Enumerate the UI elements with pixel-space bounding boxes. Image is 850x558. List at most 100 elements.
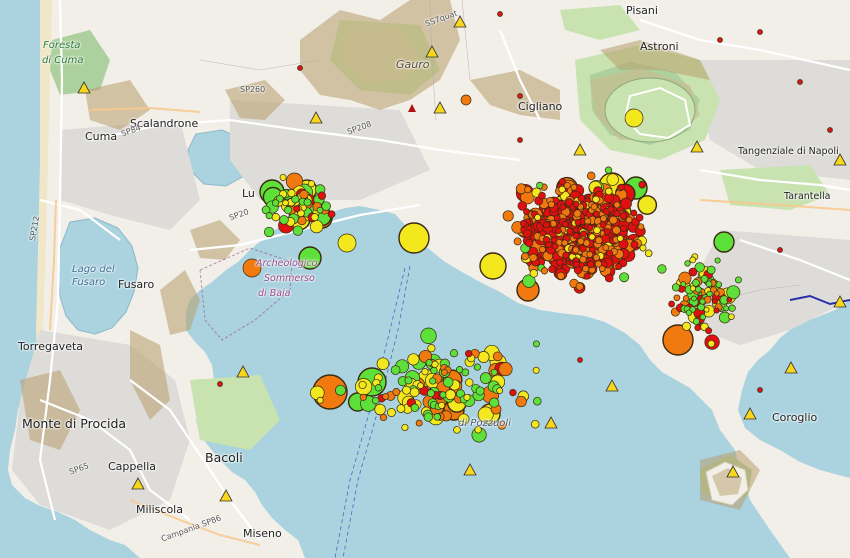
earthquake-marker[interactable] (534, 214, 541, 221)
earthquake-marker[interactable] (543, 221, 550, 229)
earthquake-marker[interactable] (536, 181, 544, 189)
earthquake-marker[interactable] (590, 203, 598, 211)
earthquake-marker[interactable] (582, 239, 591, 247)
earthquake-marker[interactable] (699, 313, 707, 321)
earthquake-marker[interactable] (572, 200, 580, 208)
earthquake-marker[interactable] (586, 251, 594, 258)
earthquake-marker[interactable] (282, 199, 289, 207)
station-triangle-icon[interactable] (236, 365, 250, 378)
earthquake-marker[interactable] (538, 191, 546, 200)
earthquake-marker[interactable] (577, 237, 585, 245)
earthquake-marker[interactable] (284, 206, 293, 215)
earthquake-marker[interactable] (517, 137, 523, 143)
earthquake-marker[interactable] (797, 79, 803, 85)
station-triangle-icon[interactable] (463, 463, 477, 476)
earthquake-marker[interactable] (540, 267, 549, 275)
earthquake-marker[interactable] (644, 249, 653, 258)
earthquake-marker[interactable] (265, 212, 273, 220)
earthquake-marker[interactable] (616, 235, 624, 242)
earthquake-marker[interactable] (371, 396, 380, 405)
earthquake-marker[interactable] (579, 230, 587, 238)
earthquake-marker[interactable] (515, 395, 527, 408)
earthquake-marker[interactable] (684, 260, 691, 267)
earthquake-marker[interactable] (555, 227, 562, 235)
earthquake-marker[interactable] (593, 226, 601, 234)
earthquake-marker[interactable] (425, 359, 433, 367)
earthquake-marker[interactable] (529, 269, 539, 278)
earthquake-marker[interactable] (572, 232, 580, 240)
earthquake-marker[interactable] (734, 276, 742, 284)
earthquake-marker[interactable] (556, 258, 564, 266)
station-triangle-icon[interactable] (425, 45, 439, 58)
station-triangle-icon[interactable] (433, 101, 447, 114)
earthquake-marker[interactable] (723, 305, 730, 312)
earthquake-marker[interactable] (570, 183, 578, 191)
earthquake-marker[interactable] (292, 225, 303, 236)
station-triangle-icon[interactable] (743, 407, 757, 420)
earthquake-marker[interactable] (583, 272, 591, 280)
earthquake-marker[interactable] (637, 195, 658, 215)
earthquake-marker[interactable] (579, 255, 587, 264)
earthquake-marker[interactable] (523, 208, 531, 216)
earthquake-marker[interactable] (592, 210, 600, 218)
earthquake-marker[interactable] (757, 29, 763, 35)
earthquake-marker[interactable] (673, 294, 681, 302)
earthquake-marker[interactable] (337, 233, 357, 253)
earthquake-marker[interactable] (606, 249, 614, 257)
earthquake-marker[interactable] (523, 229, 532, 238)
earthquake-marker[interactable] (561, 239, 569, 247)
earthquake-marker[interactable] (532, 366, 540, 374)
earthquake-marker[interactable] (547, 200, 555, 208)
earthquake-marker[interactable] (562, 251, 570, 259)
earthquake-marker[interactable] (492, 351, 503, 362)
earthquake-marker[interactable] (613, 210, 621, 218)
earthquake-marker[interactable] (551, 242, 559, 250)
earthquake-marker[interactable] (263, 226, 275, 238)
earthquake-marker[interactable] (477, 351, 490, 363)
earthquake-marker[interactable] (392, 388, 401, 396)
earthquake-marker[interactable] (271, 199, 280, 207)
earthquake-marker[interactable] (407, 353, 420, 366)
earthquake-marker[interactable] (420, 327, 437, 344)
earthquake-marker[interactable] (705, 327, 713, 335)
earthquake-marker[interactable] (473, 363, 481, 371)
earthquake-marker[interactable] (299, 189, 309, 200)
earthquake-marker[interactable] (398, 222, 430, 254)
earthquake-marker[interactable] (529, 253, 538, 262)
earthquake-marker[interactable] (630, 209, 638, 217)
earthquake-marker[interactable] (717, 37, 723, 43)
earthquake-marker[interactable] (712, 298, 719, 305)
station-triangle-icon[interactable] (309, 111, 323, 124)
earthquake-marker[interactable] (550, 236, 558, 244)
earthquake-marker[interactable] (574, 219, 582, 226)
earthquake-marker[interactable] (697, 303, 705, 312)
earthquake-marker[interactable] (490, 368, 498, 376)
earthquake-marker[interactable] (449, 349, 459, 358)
station-triangle-icon[interactable] (219, 489, 233, 502)
earthquake-marker[interactable] (625, 216, 633, 224)
earthquake-marker[interactable] (706, 265, 716, 275)
earthquake-marker[interactable] (374, 403, 386, 416)
earthquake-marker[interactable] (409, 387, 420, 398)
earthquake-marker[interactable] (465, 350, 473, 358)
earthquake-marker[interactable] (572, 246, 580, 254)
earthquake-marker[interactable] (594, 236, 603, 245)
earthquake-marker[interactable] (382, 393, 389, 400)
station-triangle-icon[interactable] (77, 81, 91, 94)
earthquake-marker[interactable] (682, 295, 690, 302)
earthquake-marker[interactable] (586, 224, 594, 232)
earthquake-marker[interactable] (376, 357, 390, 370)
station-triangle-icon[interactable] (833, 295, 847, 308)
earthquake-marker[interactable] (613, 201, 621, 209)
earthquake-marker[interactable] (217, 381, 223, 387)
earthquake-marker[interactable] (694, 324, 702, 332)
earthquake-marker[interactable] (279, 173, 287, 181)
earthquake-marker[interactable] (657, 264, 667, 274)
earthquake-marker[interactable] (303, 198, 312, 207)
earthquake-marker[interactable] (681, 321, 692, 331)
earthquake-marker[interactable] (475, 386, 485, 396)
earthquake-marker[interactable] (592, 253, 600, 262)
earthquake-marker[interactable] (335, 384, 346, 396)
earthquake-marker[interactable] (287, 189, 296, 198)
earthquake-marker[interactable] (619, 272, 630, 283)
